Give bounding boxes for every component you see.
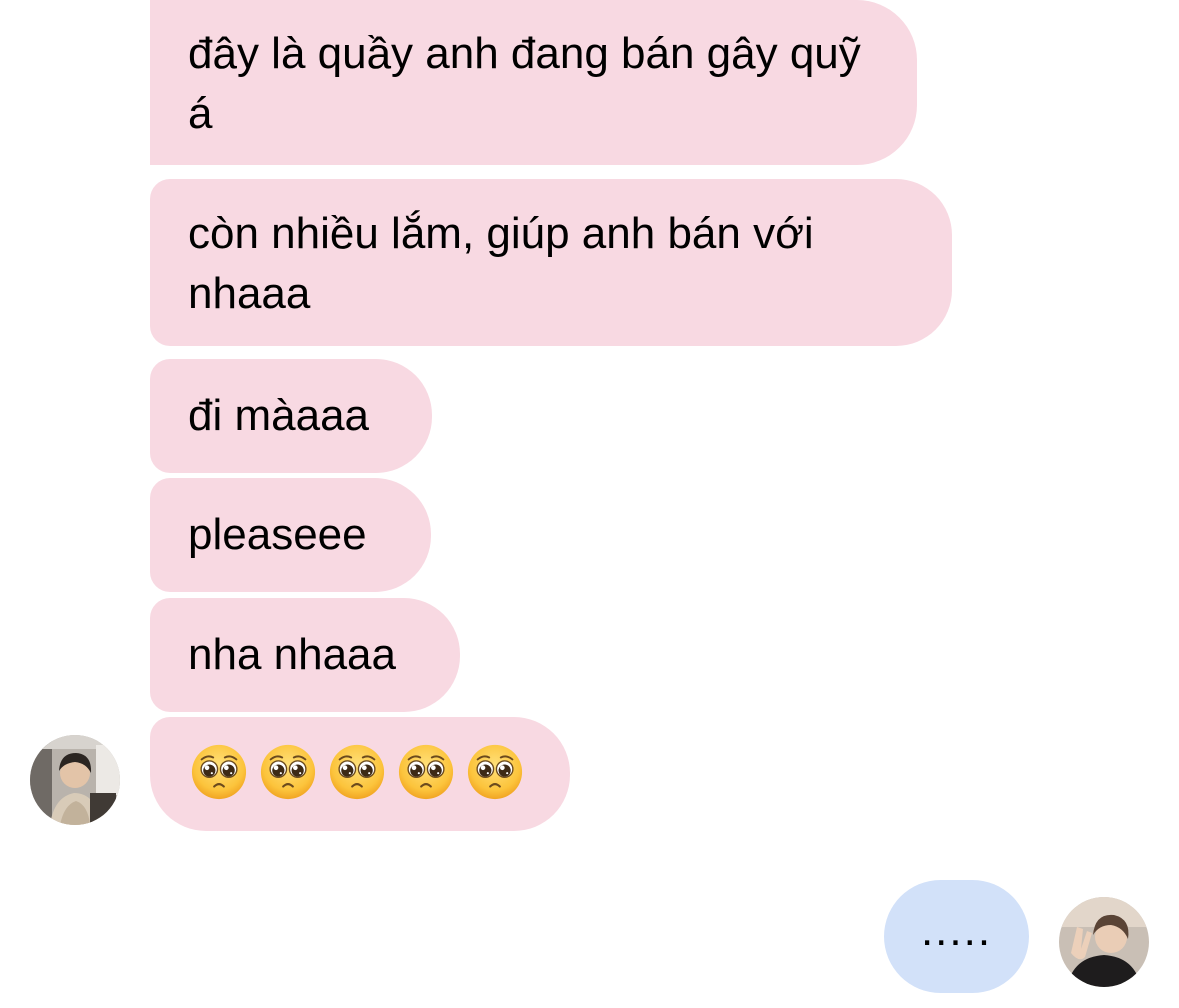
message-text: ..... [920,906,993,955]
received-message-bubble[interactable]: còn nhiều lắm, giúp anh bán với nhaaa [150,179,952,346]
message-text: nha nhaaa [188,630,396,679]
message-text: pleaseee [188,510,367,559]
received-message-bubble[interactable]: đi màaaa [150,359,432,473]
user-avatar-image [1059,897,1149,987]
message-text: đây là quầy anh đang bán gây quỹ á [188,29,861,138]
pleading-face-icon [328,743,386,801]
message-text: đi màaaa [188,391,370,440]
message-text: còn nhiều lắm, giúp anh bán với nhaaa [188,209,814,318]
pleading-face-icon [397,743,455,801]
user-avatar[interactable] [1059,897,1149,987]
pleading-face-icon [259,743,317,801]
sent-message-bubble[interactable]: ..... [884,880,1029,993]
received-message-bubble[interactable]: pleaseee [150,478,431,592]
received-emoji-bubble[interactable] [150,717,570,831]
received-message-bubble[interactable]: nha nhaaa [150,598,460,712]
received-message-bubble[interactable]: đây là quầy anh đang bán gây quỹ á [150,0,917,165]
contact-avatar[interactable] [30,735,120,825]
contact-avatar-image [30,735,120,825]
pleading-face-icon [466,743,524,801]
chat-thread: đây là quầy anh đang bán gây quỹ á còn n… [0,0,1179,1008]
pleading-face-icon [190,743,248,801]
emoji-row [190,741,532,803]
